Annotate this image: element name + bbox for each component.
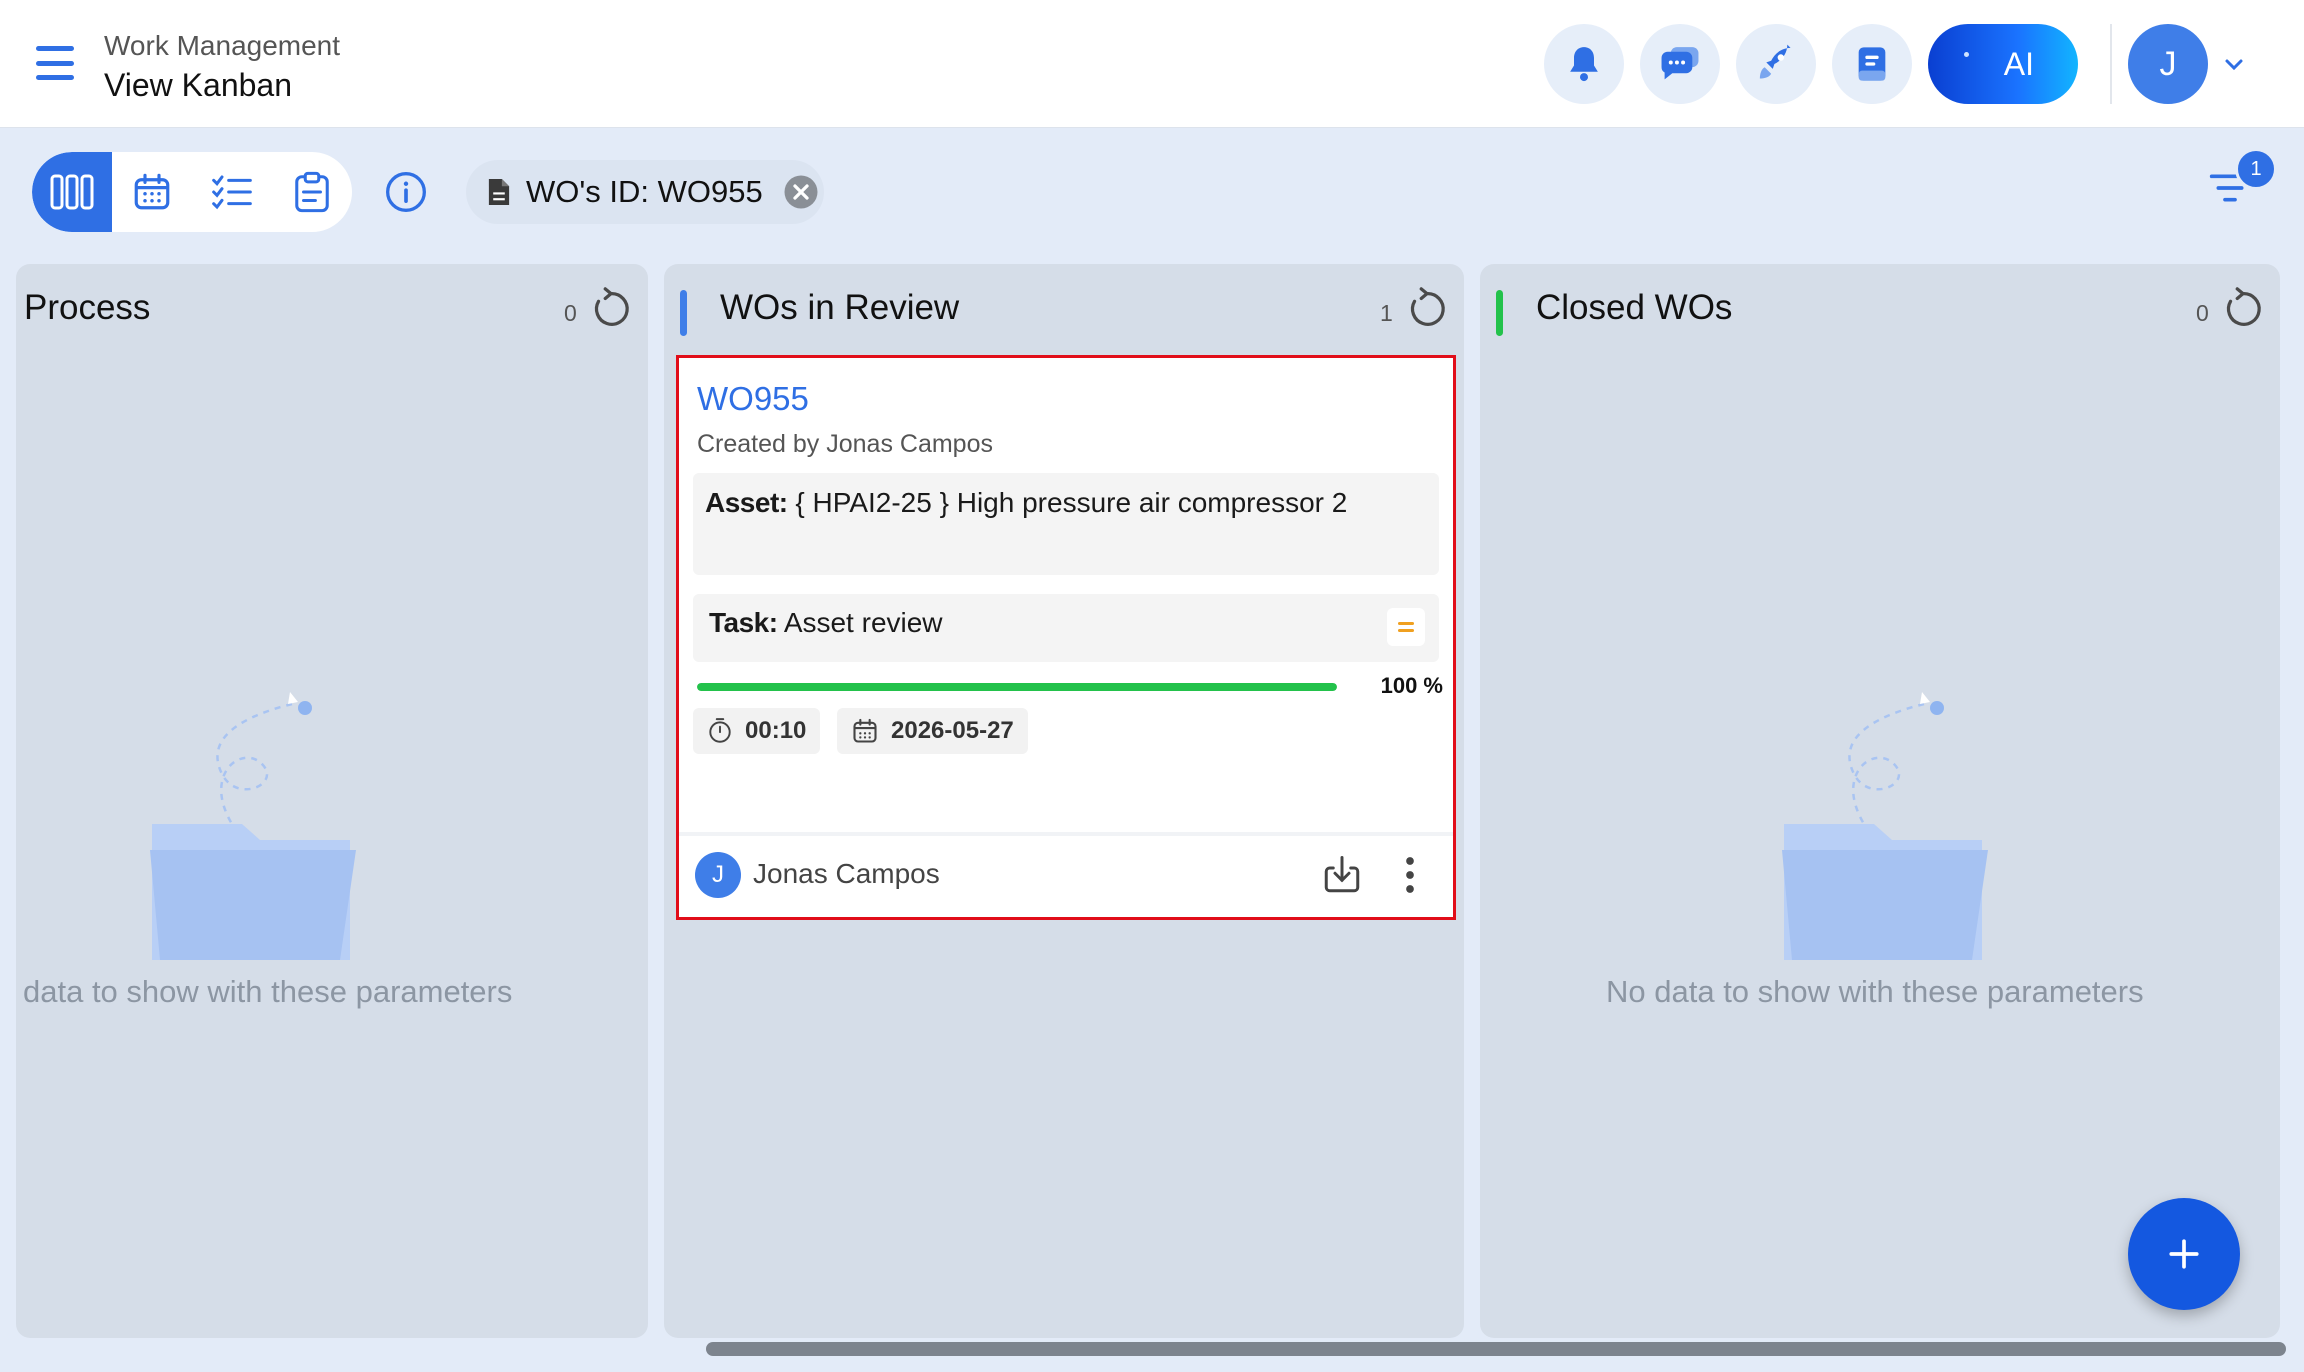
work-order-id-link[interactable]: WO955 [697, 380, 809, 418]
column-count: 1 [1380, 300, 1393, 326]
duration-value: 00:10 [745, 717, 807, 744]
refresh-icon[interactable] [588, 286, 634, 332]
column-title: Closed WOs [1536, 288, 1733, 327]
info-icon[interactable] [384, 170, 428, 214]
ai-assistant-button[interactable]: AI [1928, 24, 2078, 104]
chevron-down-icon[interactable] [2222, 52, 2246, 76]
column-title: Process [24, 288, 151, 327]
checklist-view-button[interactable] [192, 152, 272, 232]
calendar-icon [134, 173, 170, 210]
assignee-name: Jonas Campos [753, 858, 940, 889]
column-closed-wos: Closed WOs 0 No data to show with these … [1480, 264, 2280, 1338]
launch-button[interactable] [1736, 24, 1816, 104]
due-date-chip: 2026-05-27 [837, 708, 1028, 754]
task-info: Task: Asset review [693, 594, 1439, 662]
task-value: Asset review [783, 607, 943, 638]
chat-icon [1661, 47, 1699, 80]
created-by-text: Created by Jonas Campos [697, 430, 993, 458]
filter-chip-label: WO's ID: WO955 [526, 174, 763, 209]
refresh-icon[interactable] [1404, 286, 1450, 332]
progress-bar [697, 683, 1337, 691]
priority-equal-icon [1398, 622, 1414, 632]
column-accent-bar [680, 290, 687, 336]
close-icon[interactable] [783, 174, 819, 210]
more-vertical-icon[interactable] [1397, 854, 1423, 896]
notifications-button[interactable] [1544, 24, 1624, 104]
user-avatar[interactable]: J [2128, 24, 2208, 104]
header-divider [2110, 24, 2112, 104]
empty-state-text: No data to show with these parameters [1606, 974, 2144, 1009]
progress-fill [697, 683, 1337, 691]
filter-chip: WO's ID: WO955 [466, 160, 824, 224]
rocket-icon [1759, 44, 1791, 79]
assignee-avatar: J [695, 852, 741, 898]
clipboard-icon [295, 171, 329, 213]
document-icon [488, 179, 510, 205]
add-work-order-button[interactable] [2128, 1198, 2240, 1310]
chat-button[interactable] [1640, 24, 1720, 104]
progress-percent: 100 % [1380, 673, 1443, 698]
work-order-card[interactable]: WO955 Created by Jonas Campos Asset: { H… [676, 355, 1456, 920]
filter-count-badge: 1 [2235, 148, 2277, 190]
asset-value: { HPAI2-25 } High pressure air compresso… [795, 487, 1348, 518]
column-count: 0 [564, 300, 577, 326]
empty-folder-illustration [1782, 692, 1988, 960]
app-header: Work Management View Kanban AI J [0, 0, 2304, 128]
view-switcher [32, 152, 352, 232]
header-titles: Work Management View Kanban [104, 28, 340, 106]
checklist-icon [212, 175, 252, 210]
kanban-view-button[interactable] [32, 152, 112, 232]
empty-folder-illustration [150, 692, 356, 960]
task-label: Task: [709, 607, 778, 638]
column-title: WOs in Review [720, 288, 960, 327]
column-accent-bar [1496, 290, 1503, 336]
empty-state-text: data to show with these parameters [23, 974, 513, 1009]
bell-icon [1570, 47, 1598, 82]
download-icon[interactable] [1321, 854, 1363, 896]
column-process: Process 0 data to show with these parame… [16, 264, 648, 1338]
plus-icon [2169, 1239, 2199, 1269]
notebook-icon [1858, 47, 1886, 81]
card-footer: J Jonas Campos [679, 832, 1453, 917]
app-title: Work Management [104, 30, 341, 61]
ai-label: AI [2003, 45, 2034, 82]
notes-button[interactable] [1832, 24, 1912, 104]
clipboard-view-button[interactable] [272, 152, 352, 232]
page-title: View Kanban [104, 67, 292, 103]
stopwatch-icon [709, 718, 731, 743]
priority-indicator[interactable] [1387, 608, 1425, 646]
menu-icon[interactable] [36, 46, 74, 80]
sparkle-icon [1964, 52, 1969, 57]
kanban-icon [50, 174, 94, 210]
column-count: 0 [2196, 300, 2209, 326]
calendar-icon [853, 718, 877, 743]
refresh-icon[interactable] [2220, 286, 2266, 332]
due-date-value: 2026-05-27 [891, 717, 1014, 744]
calendar-view-button[interactable] [112, 152, 192, 232]
asset-info: Asset: { HPAI2-25 } High pressure air co… [693, 473, 1439, 575]
horizontal-scrollbar[interactable] [706, 1342, 2286, 1356]
duration-chip: 00:10 [693, 708, 821, 754]
asset-label: Asset: [705, 487, 788, 518]
